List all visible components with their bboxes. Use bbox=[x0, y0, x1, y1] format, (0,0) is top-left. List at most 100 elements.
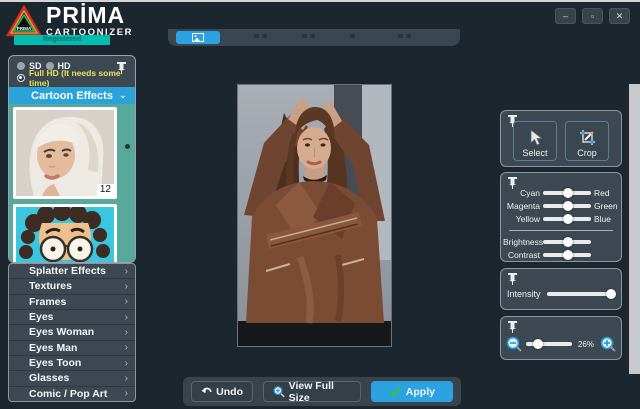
undo-button[interactable]: Undo bbox=[191, 381, 253, 402]
pin-icon[interactable] bbox=[507, 321, 518, 333]
image-canvas[interactable] bbox=[237, 84, 392, 347]
quality-selector: SD HD Full HD (It needs some time) bbox=[9, 56, 135, 87]
zoom-slider[interactable] bbox=[526, 342, 572, 346]
menu-item-eyes-toon[interactable]: Eyes Toon› bbox=[9, 356, 135, 371]
slider-thumb[interactable] bbox=[563, 237, 573, 247]
brightness-slider[interactable] bbox=[543, 240, 591, 244]
select-button[interactable]: Select bbox=[513, 121, 557, 161]
slider-thumb[interactable] bbox=[563, 188, 573, 198]
full-hd-label[interactable]: Full HD (It needs some time) bbox=[29, 68, 129, 88]
zoom-out-button[interactable] bbox=[506, 336, 522, 352]
zoom-panel: 26% bbox=[500, 316, 622, 360]
apply-button[interactable]: Apply bbox=[371, 381, 453, 402]
minimize-button[interactable]: – bbox=[555, 8, 576, 24]
effects-category-menu: Splatter Effects› Textures› Frames› Eyes… bbox=[8, 263, 136, 402]
pin-icon[interactable] bbox=[507, 273, 518, 285]
intensity-label: Intensity bbox=[507, 289, 547, 299]
close-button[interactable]: ✕ bbox=[609, 8, 630, 24]
menu-item-textures[interactable]: Textures› bbox=[9, 279, 135, 294]
effects-thumbnail-list: 12 bbox=[9, 104, 135, 263]
cyan-red-slider[interactable] bbox=[543, 191, 591, 195]
effect-number-badge: 12 bbox=[97, 184, 114, 196]
green-label: Green bbox=[591, 201, 617, 211]
yellow-blue-slider[interactable] bbox=[543, 217, 591, 221]
license-status-bar: Registered bbox=[14, 35, 110, 45]
view-full-size-label: View Full Size bbox=[289, 380, 351, 404]
chevron-right-icon: › bbox=[125, 312, 128, 323]
license-status-text: Registered bbox=[43, 35, 82, 43]
toolbar-icon-3[interactable] bbox=[350, 34, 364, 42]
crop-button[interactable]: Crop bbox=[565, 121, 609, 161]
menu-item-eyes-man[interactable]: Eyes Man› bbox=[9, 341, 135, 356]
effect-thumbnail-man-glasses[interactable] bbox=[13, 204, 117, 263]
toolbar-icon-2[interactable] bbox=[302, 34, 316, 42]
logo-title: PRİMA bbox=[46, 4, 133, 27]
chevron-right-icon: › bbox=[125, 342, 128, 353]
pin-icon[interactable] bbox=[116, 62, 127, 74]
chevron-right-icon: › bbox=[125, 388, 128, 399]
yellow-blue-slider-row: Yellow Blue bbox=[503, 212, 617, 225]
man-glasses-effect-preview bbox=[16, 207, 114, 263]
chevron-down-icon: ⌄ bbox=[119, 90, 127, 101]
menu-item-comic-pop-art[interactable]: Comic / Pop Art› bbox=[9, 387, 135, 401]
effect-thumbnail-blonde-woman[interactable]: 12 bbox=[13, 107, 117, 199]
undo-label: Undo bbox=[216, 386, 243, 398]
cyan-red-slider-row: Cyan Red bbox=[503, 186, 617, 199]
intensity-slider[interactable] bbox=[547, 292, 613, 296]
cartoon-effects-header[interactable]: Cartoon Effects ⌄ bbox=[9, 87, 135, 104]
menu-item-eyes-woman[interactable]: Eyes Woman› bbox=[9, 325, 135, 340]
chevron-right-icon: › bbox=[125, 296, 128, 307]
checkmark-icon bbox=[389, 386, 402, 397]
slider-thumb[interactable] bbox=[563, 214, 573, 224]
slider-thumb[interactable] bbox=[563, 250, 573, 260]
brightness-label: Brightness bbox=[503, 237, 543, 247]
select-label: Select bbox=[522, 148, 547, 158]
chevron-right-icon: › bbox=[125, 327, 128, 338]
vertical-scrollbar[interactable] bbox=[629, 84, 640, 374]
slider-thumb[interactable] bbox=[563, 201, 573, 211]
slider-thumb[interactable] bbox=[533, 339, 543, 349]
view-full-size-button[interactable]: View Full Size bbox=[263, 381, 361, 402]
brightness-slider-row: Brightness bbox=[503, 235, 617, 248]
intensity-panel: Intensity bbox=[500, 268, 622, 310]
magnifier-plus-icon bbox=[273, 385, 285, 398]
zoom-in-button[interactable] bbox=[600, 336, 616, 352]
selection-tools-panel: Select Crop bbox=[500, 110, 622, 167]
cyan-label: Cyan bbox=[503, 188, 543, 198]
magenta-green-slider-row: Magenta Green bbox=[503, 199, 617, 212]
intensity-slider-row: Intensity bbox=[507, 289, 613, 299]
menu-item-eyes[interactable]: Eyes› bbox=[9, 310, 135, 325]
magenta-green-slider[interactable] bbox=[543, 204, 591, 208]
menu-item-splatter-effects[interactable]: Splatter Effects› bbox=[9, 264, 135, 279]
window-controls: – ▫ ✕ bbox=[555, 8, 630, 24]
toolbar-active-tool-button[interactable] bbox=[176, 31, 220, 44]
app-logo: PRIMA PRİMA CARTOONIZER bbox=[6, 4, 133, 38]
magenta-label: Magenta bbox=[503, 201, 543, 211]
full-hd-radio[interactable] bbox=[17, 74, 25, 82]
maximize-button[interactable]: ▫ bbox=[582, 8, 603, 24]
apply-label: Apply bbox=[406, 386, 435, 398]
zoom-percentage: 26% bbox=[576, 340, 596, 349]
contrast-slider[interactable] bbox=[543, 253, 591, 257]
toolbar-icon-4[interactable] bbox=[398, 34, 412, 42]
svg-text:PRIMA: PRIMA bbox=[17, 26, 32, 31]
slider-thumb[interactable] bbox=[606, 289, 616, 299]
divider bbox=[509, 230, 613, 231]
menu-item-glasses[interactable]: Glasses› bbox=[9, 371, 135, 386]
prima-cartoonizer-window: { "window": { "controls": [ { "name": "m… bbox=[0, 0, 640, 409]
red-label: Red bbox=[591, 188, 617, 198]
contrast-label: Contrast bbox=[503, 250, 543, 260]
photo-woman-leather-jacket bbox=[238, 85, 391, 346]
toolbar-icon-1[interactable] bbox=[254, 34, 268, 42]
sd-radio[interactable] bbox=[17, 62, 25, 70]
cursor-arrow-icon bbox=[527, 129, 543, 147]
pin-icon[interactable] bbox=[507, 177, 518, 189]
menu-item-frames[interactable]: Frames› bbox=[9, 295, 135, 310]
chevron-right-icon: › bbox=[125, 266, 128, 277]
yellow-label: Yellow bbox=[503, 214, 543, 224]
thumbnail-scrollbar-thumb[interactable] bbox=[125, 144, 130, 149]
crop-icon bbox=[579, 129, 596, 147]
crop-label: Crop bbox=[577, 148, 597, 158]
color-adjustments-panel: Cyan Red Magenta Green Yellow Blue Brigh… bbox=[500, 172, 622, 262]
zoom-controls-row: 26% bbox=[506, 336, 616, 352]
